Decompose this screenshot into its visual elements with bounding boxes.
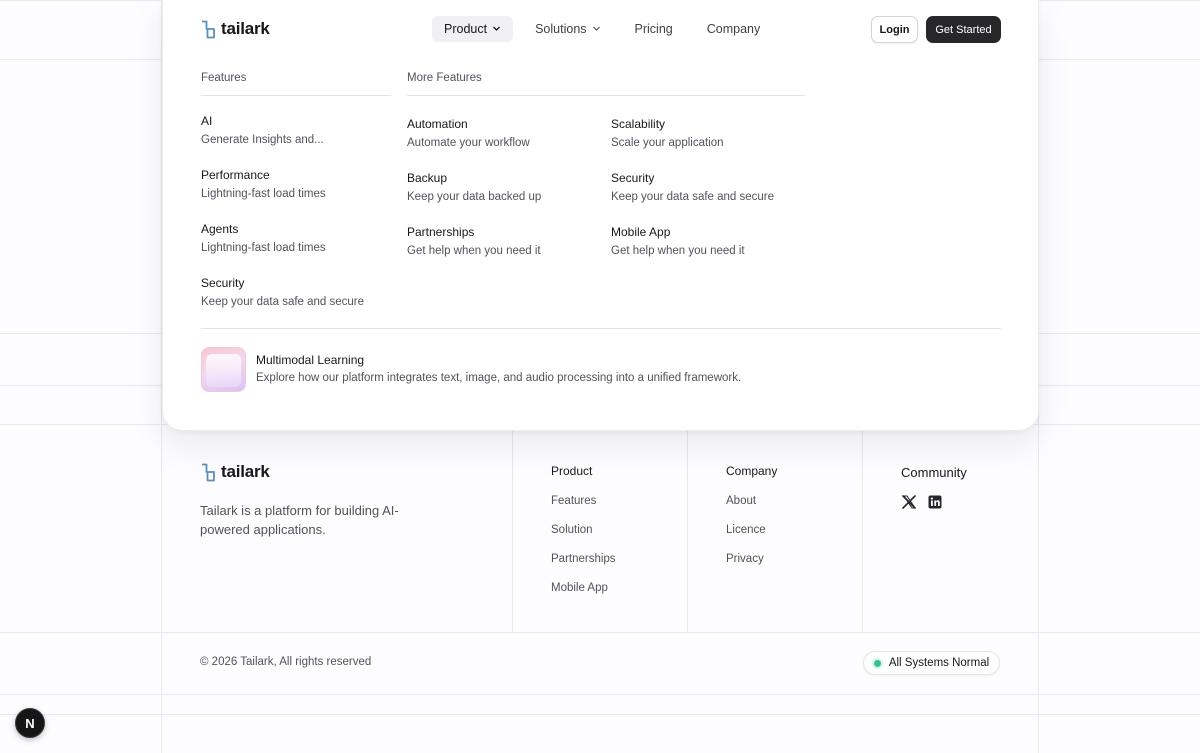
next-logo-icon: N	[25, 715, 35, 731]
section-divider	[201, 95, 391, 96]
status-badge[interactable]: All Systems Normal	[863, 651, 1000, 675]
dev-tools-badge[interactable]: N	[15, 708, 45, 738]
nav-label: Company	[706, 22, 761, 36]
nav-company[interactable]: Company	[695, 16, 773, 42]
footer-column-title: Product	[551, 464, 593, 478]
footer-company-column: Company About Licence Privacy	[726, 464, 777, 567]
footer-link-features[interactable]: Features	[551, 493, 616, 509]
features-heading: Features	[201, 72, 247, 84]
feature-desc: Lightning-fast load times	[201, 242, 326, 254]
feature-title: Backup	[407, 171, 448, 185]
feature-title: Performance	[201, 168, 270, 182]
feature-title: Agents	[201, 222, 239, 236]
status-dot-icon	[873, 659, 881, 667]
chevron-down-icon	[592, 22, 601, 36]
feature-desc: Generate Insights and...	[201, 134, 324, 146]
status-label: All Systems Normal	[888, 657, 990, 669]
feature-item-automation[interactable]: Automation Automate your workflow	[407, 117, 530, 151]
tailark-logo-icon	[200, 20, 216, 39]
feature-desc: Scale your application	[611, 137, 724, 149]
copyright-text: © 2026 Tailark, All rights reserved	[200, 656, 372, 668]
brand-name: tailark	[221, 462, 270, 481]
footer-link-mobile-app[interactable]: Mobile App	[551, 580, 616, 596]
feature-title: Scalability	[611, 117, 666, 131]
footer-divider	[687, 424, 688, 632]
product-dropdown-panel: Features More Features AI Generate Insig…	[162, 0, 1039, 431]
brand-name: tailark	[221, 19, 270, 38]
x-twitter-icon[interactable]	[902, 495, 917, 509]
footer-link-partnerships[interactable]: Partnerships	[551, 551, 616, 567]
feature-item-mobile-app[interactable]: Mobile App Get help when you need it	[611, 225, 745, 259]
feature-desc: Get help when you need it	[611, 245, 745, 257]
feature-item-agents[interactable]: Agents Lightning-fast load times	[201, 222, 326, 256]
feature-desc: Keep your data safe and secure	[201, 296, 365, 308]
feature-item-ai[interactable]: AI Generate Insights and...	[201, 114, 324, 148]
feature-title: Automation	[407, 117, 468, 131]
section-divider	[407, 95, 805, 96]
feature-desc: Get help when you need it	[407, 245, 541, 257]
footer-tagline: Tailark is a platform for building AI-po…	[200, 503, 399, 537]
tailark-logo-icon	[200, 463, 216, 482]
feature-item-backup[interactable]: Backup Keep your data backed up	[407, 171, 541, 205]
feature-title: Security	[611, 171, 655, 185]
footer-column-title: Community	[901, 465, 967, 480]
feature-desc: Automate your workflow	[407, 137, 530, 149]
feature-item-scalability[interactable]: Scalability Scale your application	[611, 117, 724, 151]
feature-title: AI	[201, 114, 213, 128]
nav-label: Pricing	[634, 22, 673, 36]
promo-thumbnail	[201, 347, 246, 392]
grid-line	[0, 632, 1200, 633]
feature-desc: Keep your data backed up	[407, 191, 542, 203]
feature-title: Security	[201, 276, 245, 290]
feature-item-performance[interactable]: Performance Lightning-fast load times	[201, 168, 326, 202]
promo-title: Multimodal Learning	[256, 353, 365, 367]
promo-desc: Explore how our platform integrates text…	[256, 372, 742, 384]
footer-divider	[512, 424, 513, 632]
feature-desc: Keep your data safe and secure	[611, 191, 775, 203]
linkedin-icon[interactable]	[928, 495, 942, 509]
footer-column-title: Company	[726, 464, 778, 478]
footer-link-solution[interactable]: Solution	[551, 522, 616, 538]
nav-pricing[interactable]: Pricing	[623, 16, 685, 42]
feature-desc: Lightning-fast load times	[201, 188, 326, 200]
social-links	[902, 495, 942, 509]
more-features-heading: More Features	[407, 72, 482, 84]
grid-line	[0, 714, 1200, 715]
nav-product[interactable]: Product	[432, 16, 514, 42]
nav-label: Solutions	[535, 22, 587, 36]
footer-link-privacy[interactable]: Privacy	[726, 551, 777, 567]
get-started-button[interactable]: Get Started	[926, 16, 1001, 43]
main-nav: Product Solutions Pricing Company	[432, 16, 782, 42]
footer-logo[interactable]: tailark	[200, 462, 270, 482]
promo-card[interactable]: Multimodal Learning Explore how our plat…	[201, 347, 741, 392]
feature-title: Partnerships	[407, 225, 475, 239]
footer-community-column: Community	[901, 465, 967, 480]
login-button[interactable]: Login	[871, 16, 918, 43]
feature-title: Mobile App	[611, 225, 671, 239]
chevron-down-icon	[492, 22, 501, 36]
nav-label: Product	[444, 22, 488, 36]
header-logo[interactable]: tailark	[200, 19, 270, 39]
footer-product-column: Product Features Solution Partnerships M…	[551, 464, 616, 596]
footer-link-licence[interactable]: Licence	[726, 522, 777, 538]
feature-item-partnerships[interactable]: Partnerships Get help when you need it	[407, 225, 541, 259]
feature-item-security-more[interactable]: Security Keep your data safe and secure	[611, 171, 774, 205]
footer-divider	[862, 424, 863, 632]
site-header: tailark Product Solutions Pricing Compan…	[162, 0, 1038, 58]
promo-divider	[201, 328, 1001, 329]
footer-link-about[interactable]: About	[726, 493, 777, 509]
nav-solutions[interactable]: Solutions	[523, 16, 612, 42]
feature-item-security[interactable]: Security Keep your data safe and secure	[201, 276, 364, 310]
grid-line	[0, 694, 1200, 695]
